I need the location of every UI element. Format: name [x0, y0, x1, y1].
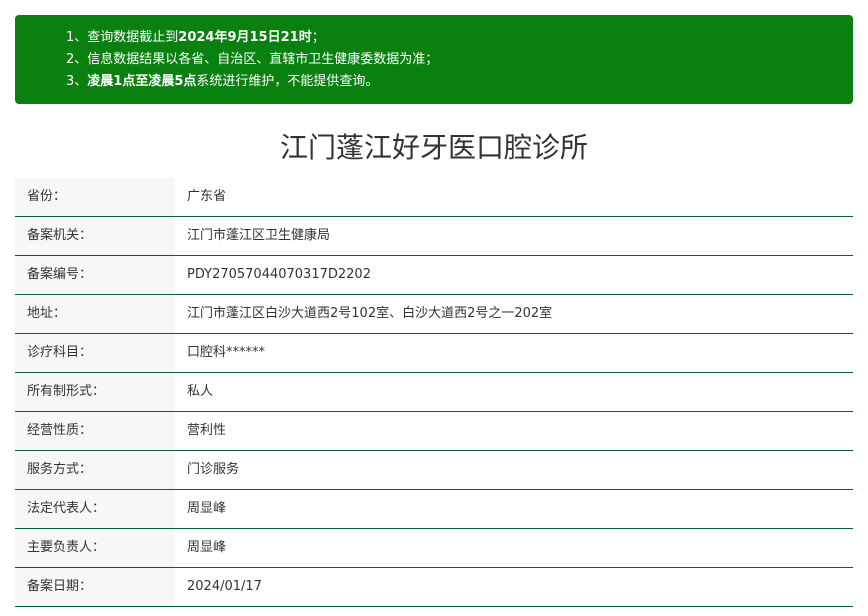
page-title: 江门蓬江好牙医口腔诊所 — [279, 131, 588, 164]
notice-line-3: 3、凌晨1点至凌晨5点系统进行维护，不能提供查询。 — [66, 71, 853, 93]
table-row: 所有制形式： 私人 — [15, 373, 853, 412]
table-row: 备案机关： 江门市蓬江区卫生健康局 — [15, 217, 853, 256]
table-row: 主要负责人： 周显峰 — [15, 529, 853, 568]
table-row: 省份： 广东省 — [15, 178, 853, 217]
row-value-address: 江门市蓬江区白沙大道西2号102室、白沙大道西2号之一202室 — [187, 306, 553, 321]
table-row: 诊疗科目： 口腔科****** — [15, 334, 853, 373]
notice-line-1-cutoff: 2024年9月15日21时 — [178, 30, 312, 45]
table-row: 备案日期： 2024/01/17 — [15, 568, 853, 607]
row-label-business-nature: 经营性质： — [15, 412, 175, 450]
row-value-record-date: 2024/01/17 — [187, 579, 262, 594]
row-label-record-date: 备案日期： — [15, 568, 175, 606]
row-value-ownership: 私人 — [187, 384, 214, 399]
notice-line-1-suffix: ； — [311, 30, 325, 45]
notice-line-3-prefix: 3、 — [66, 74, 88, 89]
notice-banner: 1、查询数据截止到2024年9月15日21时； 2、信息数据结果以各省、自治区、… — [15, 15, 853, 104]
row-label-record-number: 备案编号： — [15, 256, 175, 294]
row-value-business-nature: 营利性 — [187, 423, 227, 438]
row-label-principal: 主要负责人： — [15, 529, 175, 567]
table-row: 经营性质： 营利性 — [15, 412, 853, 451]
notice-line-2: 2、信息数据结果以各省、自治区、直辖市卫生健康委数据为准； — [66, 52, 439, 67]
table-row: 法定代表人： 周显峰 — [15, 490, 853, 529]
notice-line-3-maintenance-window: 凌晨1点至凌晨5点 — [87, 74, 197, 89]
table-row: 服务方式： 门诊服务 — [15, 451, 853, 490]
info-table: 省份： 广东省 备案机关： 江门市蓬江区卫生健康局 备案编号： PDY27057… — [15, 178, 853, 607]
row-label-authority: 备案机关： — [15, 217, 175, 255]
row-value-authority: 江门市蓬江区卫生健康局 — [187, 228, 331, 243]
row-label-ownership: 所有制形式： — [15, 373, 175, 411]
notice-line-1: 1、查询数据截止到2024年9月15日21时； — [66, 27, 853, 49]
row-value-legal-representative: 周显峰 — [187, 501, 227, 516]
row-value-province: 广东省 — [187, 189, 227, 204]
notice-line-3-suffix: 系统进行维护，不能提供查询。 — [196, 74, 379, 89]
row-value-service-mode: 门诊服务 — [187, 462, 240, 477]
row-value-principal: 周显峰 — [187, 540, 227, 555]
row-value-departments: 口腔科****** — [187, 345, 266, 360]
row-label-address: 地址： — [15, 295, 175, 333]
row-label-legal-representative: 法定代表人： — [15, 490, 175, 528]
row-label-service-mode: 服务方式： — [15, 451, 175, 489]
table-row: 地址： 江门市蓬江区白沙大道西2号102室、白沙大道西2号之一202室 — [15, 295, 853, 334]
notice-line-1-prefix: 1、查询数据截止到 — [66, 30, 179, 45]
row-label-province: 省份： — [15, 178, 175, 216]
row-label-departments: 诊疗科目： — [15, 334, 175, 372]
table-row: 备案编号： PDY27057044070317D2202 — [15, 256, 853, 295]
row-value-record-number: PDY27057044070317D2202 — [187, 267, 371, 282]
